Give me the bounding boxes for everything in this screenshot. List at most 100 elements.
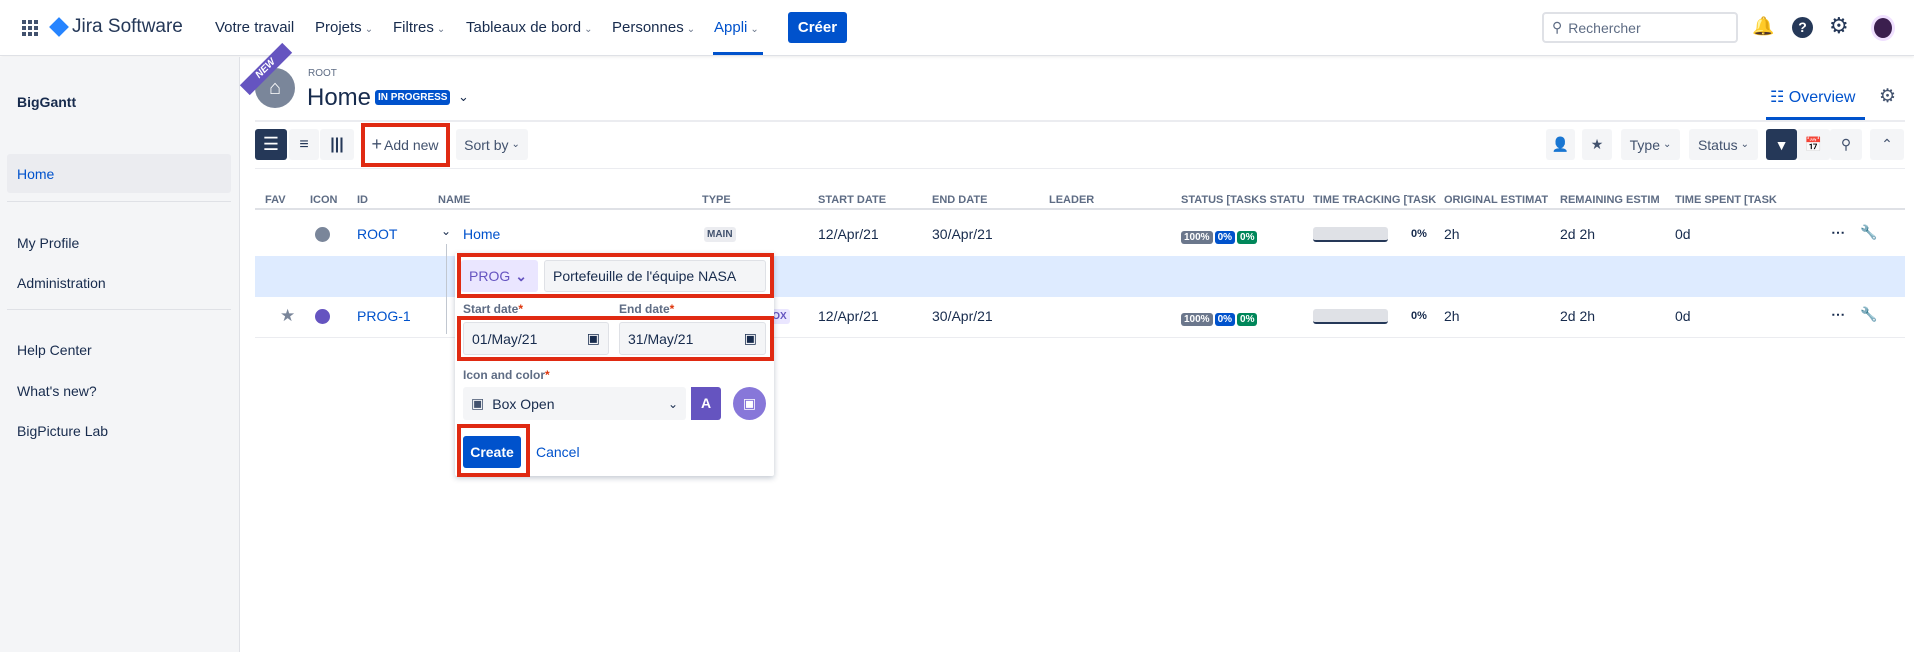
expand-chevron-icon[interactable]: ⌄ [441, 224, 451, 238]
status-badge[interactable]: IN PROGRESS [375, 90, 451, 105]
hierarchy-icon: ☷ [1770, 89, 1785, 106]
col-id[interactable]: ID [357, 194, 368, 206]
filter-button[interactable]: ▼ [1766, 129, 1797, 160]
col-leader[interactable]: LEADER [1049, 194, 1094, 206]
sidebar-item-administration[interactable]: Administration [17, 275, 106, 291]
sidebar-item-label: Home [17, 166, 55, 182]
breadcrumb[interactable]: ROOT [308, 68, 337, 79]
sidebar-item-bigpicture-lab[interactable]: BigPicture Lab [17, 423, 108, 439]
chevron-down-icon: ⌄ [1740, 139, 1750, 150]
col-time-spent[interactable]: TIME SPENT [TASK [1675, 194, 1777, 206]
user-avatar[interactable] [1871, 15, 1895, 41]
sidebar-item-my-profile[interactable]: My Profile [17, 235, 79, 251]
more-options-icon[interactable]: ⋯ [1831, 224, 1845, 241]
time-tracking-bar [1313, 309, 1388, 324]
star-icon: ★ [1590, 136, 1604, 152]
remaining-estimate: 2d 2h [1560, 226, 1596, 242]
start-date: 12/Apr/21 [818, 226, 879, 242]
create-button[interactable]: Créer [788, 12, 847, 43]
sidebar-item-whats-new[interactable]: What's new? [17, 383, 97, 399]
col-status[interactable]: STATUS [TASKS STATU [1181, 194, 1305, 206]
table-row[interactable] [255, 210, 1905, 256]
col-time-tracking[interactable]: TIME TRACKING [TASK [1313, 194, 1437, 206]
home-icon: ⌂ [268, 77, 282, 99]
search-placeholder: Rechercher [1568, 19, 1641, 36]
nav-personnes[interactable]: Personnes ⌄ [612, 19, 695, 36]
type-badge: MAIN [704, 227, 736, 242]
status-done-badge: 100% [1181, 313, 1213, 326]
sidebar-title: BigGantt [17, 94, 77, 110]
color-picker-button[interactable]: A [691, 387, 721, 420]
title-chevron-down-icon[interactable]: ⌄ [458, 89, 469, 105]
status-todo-badge: 0% [1237, 313, 1258, 326]
end-date: 30/Apr/21 [932, 308, 993, 324]
type-filter-button[interactable]: Type ⌄ [1621, 129, 1680, 160]
toolbar-divider [255, 168, 1905, 169]
wrench-icon[interactable]: 🔧 [1860, 306, 1877, 323]
assignee-filter-button[interactable]: 👤 [1546, 129, 1575, 160]
favorite-star-icon[interactable]: ★ [280, 306, 295, 326]
nav-tableaux-de-bord[interactable]: Tableaux de bord ⌄ [466, 19, 592, 36]
calendar-icon: 📅 [1804, 136, 1823, 152]
row-id-link[interactable]: PROG-1 [357, 308, 411, 324]
nav-label: Tableaux de bord [466, 19, 582, 36]
app-name[interactable]: Jira Software [72, 16, 183, 38]
chevron-down-icon: ⌄ [364, 24, 374, 35]
col-remaining-estimate[interactable]: REMAINING ESTIM [1560, 194, 1660, 206]
sort-by-button[interactable]: Sort by ⌄ [456, 129, 528, 160]
col-original-estimate[interactable]: ORIGINAL ESTIMAT [1444, 194, 1554, 206]
nav-filtres[interactable]: Filtres ⌄ [393, 19, 445, 36]
view-tree-button[interactable]: ≡ [289, 129, 319, 160]
jira-logo-icon[interactable] [49, 17, 69, 37]
chevron-down-icon: ⌄ [436, 24, 446, 35]
help-icon[interactable]: ? [1792, 17, 1813, 38]
required-mark: * [545, 368, 550, 382]
chevron-down-icon: ⌄ [584, 24, 593, 35]
nav-projets[interactable]: Projets ⌄ [315, 19, 373, 36]
col-start-date[interactable]: START DATE [818, 194, 886, 206]
nav-votre-travail[interactable]: Votre travail [215, 19, 294, 36]
search-button[interactable]: ⚲ [1830, 129, 1862, 160]
settings-gear-icon[interactable]: ⚙ [1879, 85, 1896, 108]
app-switcher-icon[interactable] [22, 20, 38, 36]
col-name[interactable]: NAME [438, 194, 470, 206]
cancel-button[interactable]: Cancel [536, 444, 580, 460]
status-progress-badge: 0% [1214, 231, 1236, 244]
icon-preview-box-open-icon: ▣ [733, 387, 766, 420]
status-todo-badge: 0% [1237, 231, 1258, 244]
button-label: Sort by [464, 136, 509, 153]
view-list-button[interactable]: ☰ [255, 129, 287, 160]
col-icon[interactable]: ICON [310, 194, 338, 206]
original-estimate: 2h [1444, 226, 1460, 242]
search-input[interactable]: ⚲ Rechercher [1542, 12, 1738, 43]
row-id-link[interactable]: ROOT [357, 226, 397, 242]
col-fav[interactable]: FAV [265, 194, 286, 206]
col-end-date[interactable]: END DATE [932, 194, 987, 206]
favorite-filter-button[interactable]: ★ [1582, 129, 1612, 160]
annotation-highlight [457, 253, 774, 298]
icon-select[interactable]: ▣ Box Open ⌄ [463, 387, 686, 420]
nav-label: Personnes [612, 19, 684, 36]
row-name-link[interactable]: Home [463, 226, 500, 242]
notifications-bell-icon[interactable]: 🔔 [1752, 16, 1774, 37]
calendar-button[interactable]: 📅 [1797, 129, 1830, 160]
wrench-icon[interactable]: 🔧 [1860, 224, 1877, 241]
view-columns-button[interactable]: ||| [320, 129, 354, 160]
nav-appli[interactable]: Appli ⌄ [714, 19, 759, 36]
status-filter-button[interactable]: Status ⌄ [1689, 129, 1758, 160]
sidebar: BigGantt Home My Profile Administration … [0, 57, 240, 652]
more-options-icon[interactable]: ⋯ [1831, 306, 1845, 323]
status-done-badge: 100% [1181, 231, 1213, 244]
tree-icon: ≡ [299, 135, 309, 153]
collapse-button[interactable]: ⌃ [1870, 129, 1904, 160]
chevron-up-icon: ⌃ [1881, 136, 1893, 152]
settings-gear-icon[interactable]: ⚙ [1829, 13, 1849, 39]
divider [7, 309, 231, 310]
sidebar-item-help-center[interactable]: Help Center [17, 342, 92, 358]
col-type[interactable]: TYPE [702, 194, 731, 206]
sidebar-item-home[interactable]: Home [7, 154, 231, 193]
box-open-icon: ▣ [471, 395, 485, 411]
button-label: Status [1697, 136, 1738, 153]
tab-overview[interactable]: ☷ Overview [1770, 87, 1855, 107]
divider [7, 201, 231, 202]
